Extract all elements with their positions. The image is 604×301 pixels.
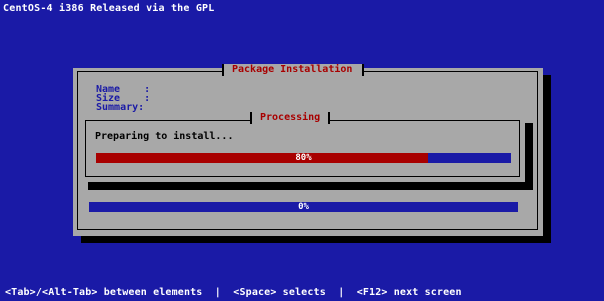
processing-border — [85, 120, 520, 177]
processing-shadow-bottom — [88, 182, 533, 190]
overall-progress-label: 0% — [298, 202, 309, 212]
screen-title: CentOS-4 i386 Released via the GPL — [3, 3, 215, 14]
dialog-title: Package Installation — [222, 64, 365, 76]
field-summary-label: Summary: — [96, 102, 145, 113]
package-progress-label: 80% — [295, 153, 312, 163]
processing-message: Preparing to install... — [95, 131, 234, 142]
processing-shadow-right — [525, 123, 533, 186]
package-progress-bar: 80% — [96, 153, 511, 163]
overall-progress-bar: 0% — [89, 202, 518, 212]
processing-title: Processing — [250, 112, 331, 124]
help-bar: <Tab>/<Alt-Tab> between elements | <Spac… — [5, 287, 462, 298]
